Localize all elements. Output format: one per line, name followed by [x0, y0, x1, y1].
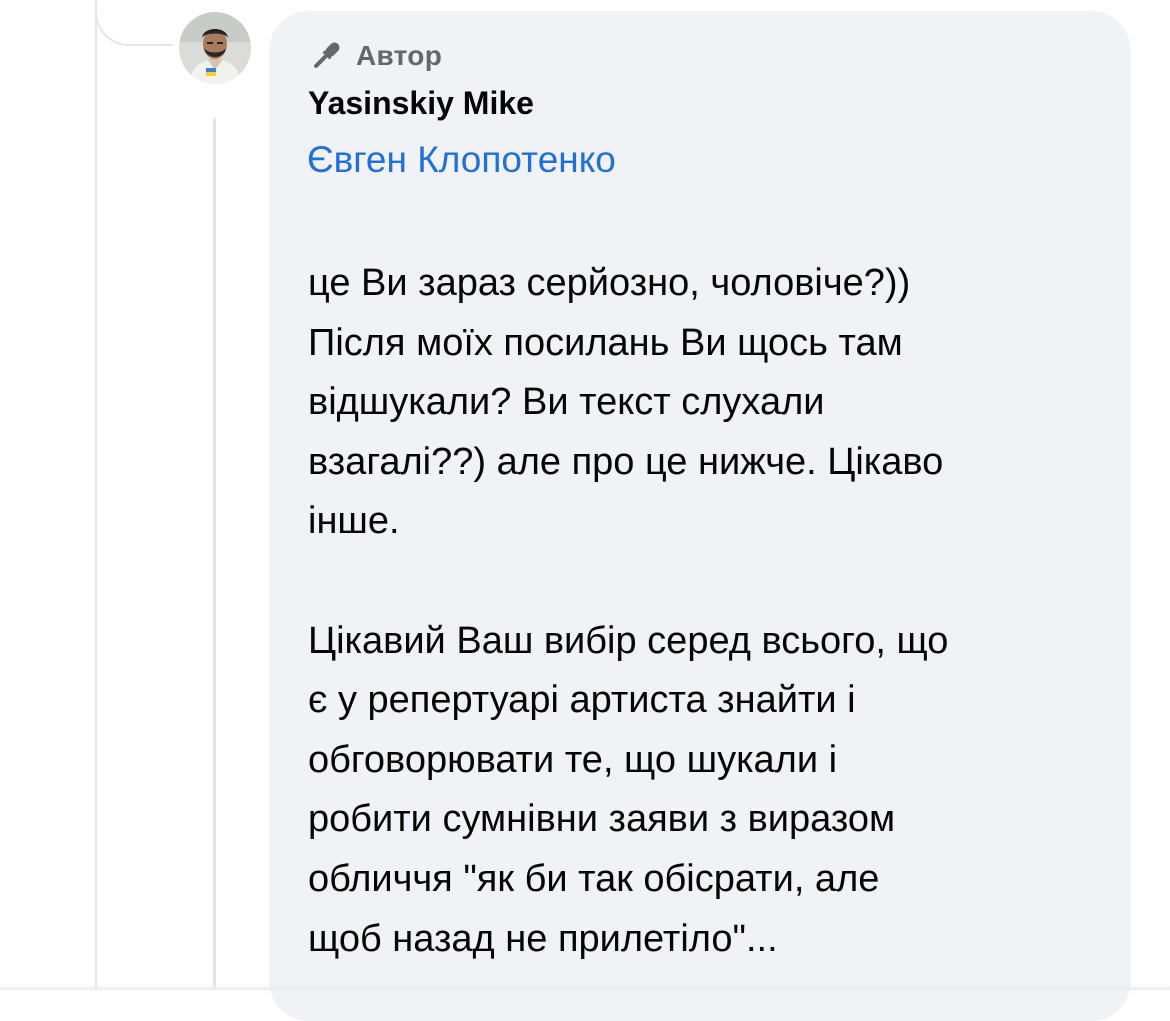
author-badge-label: Автор	[356, 40, 443, 71]
thread-line-outer	[95, 0, 97, 990]
bottom-edge	[0, 984, 1170, 990]
comment-author-name[interactable]: Yasinskiy Mike	[308, 85, 534, 122]
mention-link[interactable]: Євген Клопотенко	[307, 139, 616, 181]
author-badge: Автор	[306, 36, 442, 76]
avatar-image	[179, 12, 251, 84]
comment-text: це Ви зараз серйозно, чоловіче?)) Після …	[308, 254, 1108, 969]
reply-connector-curve	[95, 0, 173, 46]
microphone-icon	[314, 42, 340, 68]
author-avatar[interactable]	[179, 12, 251, 84]
comment-paragraph: Цікавий Ваш вибір серед всього, що є у р…	[308, 619, 949, 960]
comment-paragraph: це Ви зараз серйозно, чоловіче?)) Після …	[308, 262, 944, 543]
thread-line-inner	[213, 118, 216, 990]
